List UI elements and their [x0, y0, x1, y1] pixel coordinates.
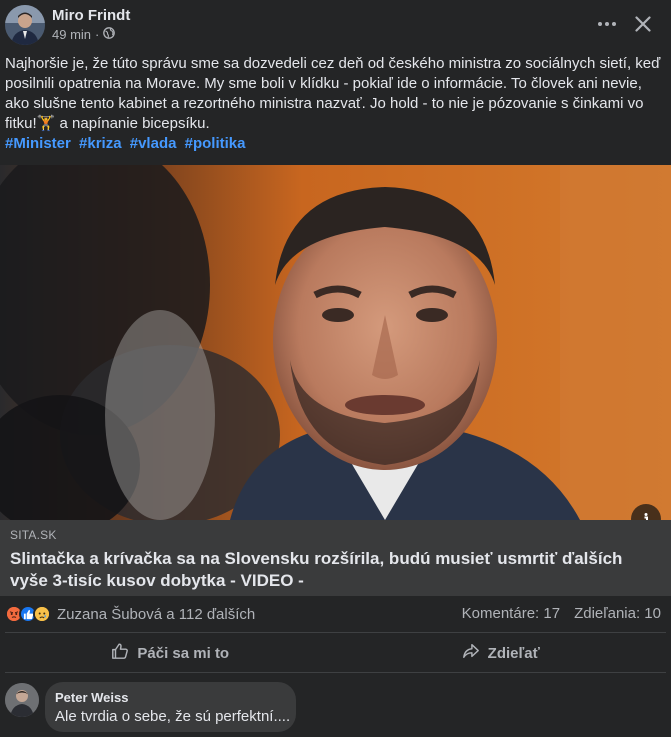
author-avatar[interactable]: [5, 5, 45, 45]
link-source: SITA.SK: [10, 528, 57, 542]
commenter-avatar[interactable]: [5, 683, 39, 717]
like-icon: [111, 642, 129, 664]
link-title[interactable]: Slintačka a krívačka sa na Slovensku roz…: [10, 548, 650, 592]
facebook-post: Miro Frindt 49 min · Najhoršie je, že tú…: [0, 0, 671, 737]
like-button[interactable]: Páči sa mi to: [5, 636, 336, 670]
share-icon: [462, 642, 480, 664]
divider: [5, 672, 666, 673]
post-header: Miro Frindt 49 min ·: [0, 0, 671, 52]
reaction-summary[interactable]: Zuzana Šubová a 112 ďalších: [5, 603, 255, 625]
post-meta: 49 min ·: [52, 27, 116, 42]
hashtag-link[interactable]: #Minister: [5, 135, 71, 152]
meta-separator: ·: [95, 27, 100, 42]
comment-count[interactable]: Komentáre: 17: [462, 605, 560, 622]
reaction-names[interactable]: Zuzana Šubová a 112 ďalších: [57, 606, 255, 623]
comment-author[interactable]: Peter Weiss: [55, 690, 128, 705]
author-name[interactable]: Miro Frindt: [52, 7, 130, 24]
hashtag-link[interactable]: #kriza: [79, 135, 122, 152]
post-text: Najhoršie je, že túto správu sme sa dozv…: [5, 54, 661, 134]
share-label: Zdieľať: [487, 644, 540, 662]
link-preview-image[interactable]: [0, 165, 671, 520]
like-label: Páči sa mi to: [137, 644, 230, 662]
hashtag-link[interactable]: #vlada: [130, 135, 177, 152]
link-preview[interactable]: SITA.SK Slintačka a krívačka sa na Slove…: [0, 520, 671, 596]
comment-bubble: Peter Weiss Ale tvrdia o sebe, že sú per…: [45, 682, 296, 732]
share-count[interactable]: Zdieľania: 10: [574, 605, 661, 622]
post-text-line: Najhoršie je, že túto správu sme sa dozv…: [5, 55, 661, 72]
post-text-line: fitku!🏋 a napínanie bicepsíku.: [5, 115, 210, 132]
hashtag-link[interactable]: #politika: [185, 135, 246, 152]
more-options-icon[interactable]: [590, 10, 624, 38]
hashtag-list: #Minister #kriza #vlada #politika: [5, 134, 249, 154]
divider: [5, 632, 666, 633]
globe-icon: [103, 27, 116, 42]
post-time[interactable]: 49 min: [52, 27, 91, 42]
post-text-line: posilnili opatrenia na Morave. My sme bo…: [5, 75, 642, 92]
post-text-line: ako slušne tento kabinet a rezortného mi…: [5, 95, 644, 112]
post-actions: Páči sa mi to Zdieľať: [5, 636, 666, 670]
sad-reaction-icon: [33, 605, 51, 623]
share-button[interactable]: Zdieľať: [336, 636, 667, 670]
comment-text: Ale tvrdia o sebe, že sú perfektní....: [55, 708, 291, 725]
engagement-counts: Komentáre: 17 Zdieľania: 10: [462, 605, 661, 622]
close-icon[interactable]: [628, 9, 658, 39]
